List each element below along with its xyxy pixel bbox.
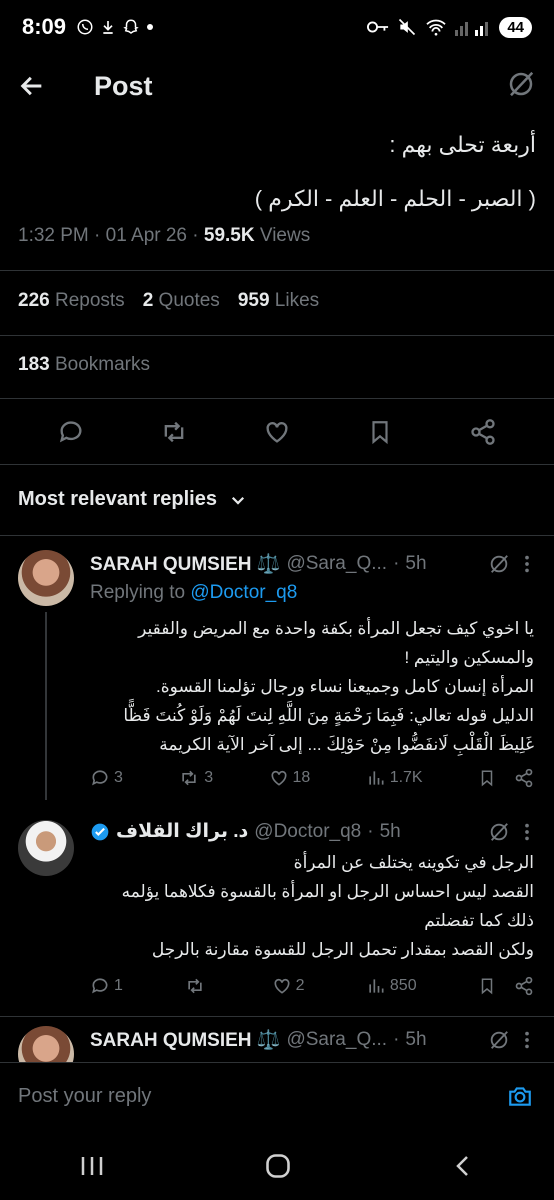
post-text: أربعة تحلى بهم : ( الصبر - الحلم - العلم… xyxy=(18,118,536,226)
status-bar: 8:09 44 xyxy=(0,0,554,54)
reply-icon xyxy=(92,770,108,786)
sort-label: Most relevant replies xyxy=(18,488,217,510)
like-icon[interactable] xyxy=(257,412,297,452)
post-views-label: Views xyxy=(259,225,311,246)
download-icon xyxy=(103,21,113,34)
reply-handle[interactable]: @Doctor_q8 xyxy=(254,821,361,843)
more-options-icon[interactable] xyxy=(524,553,530,575)
signal-icon xyxy=(455,22,489,36)
bookmark-icon[interactable] xyxy=(478,768,496,788)
reply-handle[interactable]: @Sara_Q... xyxy=(286,1029,387,1051)
repost-count[interactable] xyxy=(184,976,210,996)
repost-icon xyxy=(182,770,196,786)
reply-composer: Post your reply xyxy=(0,1062,554,1132)
chevron-down-icon xyxy=(231,496,245,505)
more-options-icon[interactable] xyxy=(524,1029,530,1051)
recent-apps-icon[interactable] xyxy=(79,1154,105,1178)
bookmarks-stat[interactable]: 183 Bookmarks xyxy=(18,354,150,376)
home-icon[interactable] xyxy=(264,1152,292,1180)
grok-icon[interactable] xyxy=(488,821,510,843)
share-icon[interactable] xyxy=(463,412,503,452)
back-icon[interactable] xyxy=(451,1153,475,1179)
reply-icon xyxy=(92,978,108,994)
mute-icon xyxy=(399,18,416,36)
post-date: 01 Apr 26 xyxy=(105,225,187,246)
like-icon xyxy=(274,978,290,994)
reply-header: SARAH QUMSIEH ⚖️ @Sara_Q... · 5h xyxy=(90,1028,530,1052)
like-count[interactable]: 2 xyxy=(272,976,305,996)
views-icon xyxy=(369,979,384,993)
divider xyxy=(0,398,554,399)
back-arrow-icon[interactable] xyxy=(18,72,46,100)
sort-replies-dropdown[interactable]: Most relevant replies xyxy=(18,488,247,511)
post-actions xyxy=(0,412,554,452)
reply-author-name[interactable]: SARAH QUMSIEH ⚖️ xyxy=(90,1028,280,1052)
like-icon xyxy=(271,770,287,786)
wifi-icon xyxy=(426,19,446,36)
views-icon xyxy=(369,771,384,785)
verified-badge-icon xyxy=(91,823,109,840)
reply-author-name[interactable]: SARAH QUMSIEH ⚖️ xyxy=(90,552,280,576)
grok-icon[interactable] xyxy=(488,1029,510,1051)
thread-line xyxy=(45,612,47,800)
reply-text: يا اخوي كيف تجعل المرأة بكفة واحدة مع ال… xyxy=(123,619,534,754)
reply-icon[interactable] xyxy=(51,412,91,452)
system-nav-bar xyxy=(0,1132,554,1200)
avatar[interactable] xyxy=(18,550,74,606)
divider xyxy=(0,270,554,271)
quotes-stat[interactable]: 2 Quotes xyxy=(143,290,220,312)
post-meta: 1:32 PM · 01 Apr 26 · 59.5K Views xyxy=(18,225,311,246)
post-stats: 226 Reposts 2 Quotes 959 Likes xyxy=(18,290,319,312)
reply-count[interactable]: 3 xyxy=(90,768,123,788)
more-options-icon[interactable] xyxy=(524,821,530,843)
share-icon[interactable] xyxy=(514,976,534,996)
repost-icon[interactable] xyxy=(154,412,194,452)
divider xyxy=(0,335,554,336)
repost-icon xyxy=(188,978,202,994)
reply-actions: 1 2 850 xyxy=(90,976,534,996)
divider xyxy=(0,535,554,536)
post-time: 1:32 PM xyxy=(18,225,89,246)
dot-icon xyxy=(147,24,154,30)
reply-time: 5h xyxy=(405,553,427,574)
avatar[interactable] xyxy=(18,820,74,876)
whatsapp-icon xyxy=(77,19,93,35)
reply-header: SARAH QUMSIEH ⚖️ @Sara_Q... · 5h xyxy=(90,552,530,576)
status-time: 8:09 xyxy=(22,14,67,39)
camera-icon[interactable] xyxy=(506,1083,534,1109)
reply-text: الرجل في تكوينه يختلف عن المرأة القصد لي… xyxy=(121,853,534,959)
likes-stat[interactable]: 959 Likes xyxy=(238,290,319,312)
bookmark-icon[interactable] xyxy=(478,976,496,996)
views-count[interactable]: 1.7K xyxy=(366,768,423,788)
repost-count[interactable]: 3 xyxy=(178,768,213,788)
divider xyxy=(0,464,554,465)
key-icon xyxy=(367,21,389,33)
reply-count[interactable]: 1 xyxy=(90,976,123,996)
replying-to: Replying to @Doctor_q8 xyxy=(90,582,298,603)
post-views-count: 59.5K xyxy=(203,225,255,246)
post-line-2: ( الصبر - الحلم - العلم - الكرم ) xyxy=(254,186,536,211)
bookmark-icon[interactable] xyxy=(360,412,400,452)
views-count[interactable]: 850 xyxy=(366,976,417,996)
share-icon[interactable] xyxy=(514,768,534,788)
reply-time: 5h xyxy=(379,820,401,842)
like-count[interactable]: 18 xyxy=(269,768,310,788)
grok-icon[interactable] xyxy=(506,69,536,99)
divider xyxy=(0,1016,554,1017)
reply-actions: 3 3 18 1.7K xyxy=(90,768,534,788)
snapchat-icon xyxy=(123,19,139,34)
reply-time: 5h xyxy=(405,1029,427,1050)
post-line-1: أربعة تحلى بهم : xyxy=(389,132,536,157)
grok-icon[interactable] xyxy=(488,553,510,575)
reposts-stat[interactable]: 226 Reposts xyxy=(18,290,125,312)
replying-to-link[interactable]: @Doctor_q8 xyxy=(190,582,297,603)
reply-author-name[interactable]: د. براك القلاف xyxy=(116,820,248,843)
reply-header: د. براك القلاف @Doctor_q8 · 5h xyxy=(90,820,530,843)
reply-input[interactable]: Post your reply xyxy=(18,1085,151,1108)
page-title: Post xyxy=(94,70,153,101)
top-bar: Post xyxy=(0,56,554,116)
battery-indicator: 44 xyxy=(499,16,532,38)
reply-handle[interactable]: @Sara_Q... xyxy=(286,553,387,575)
